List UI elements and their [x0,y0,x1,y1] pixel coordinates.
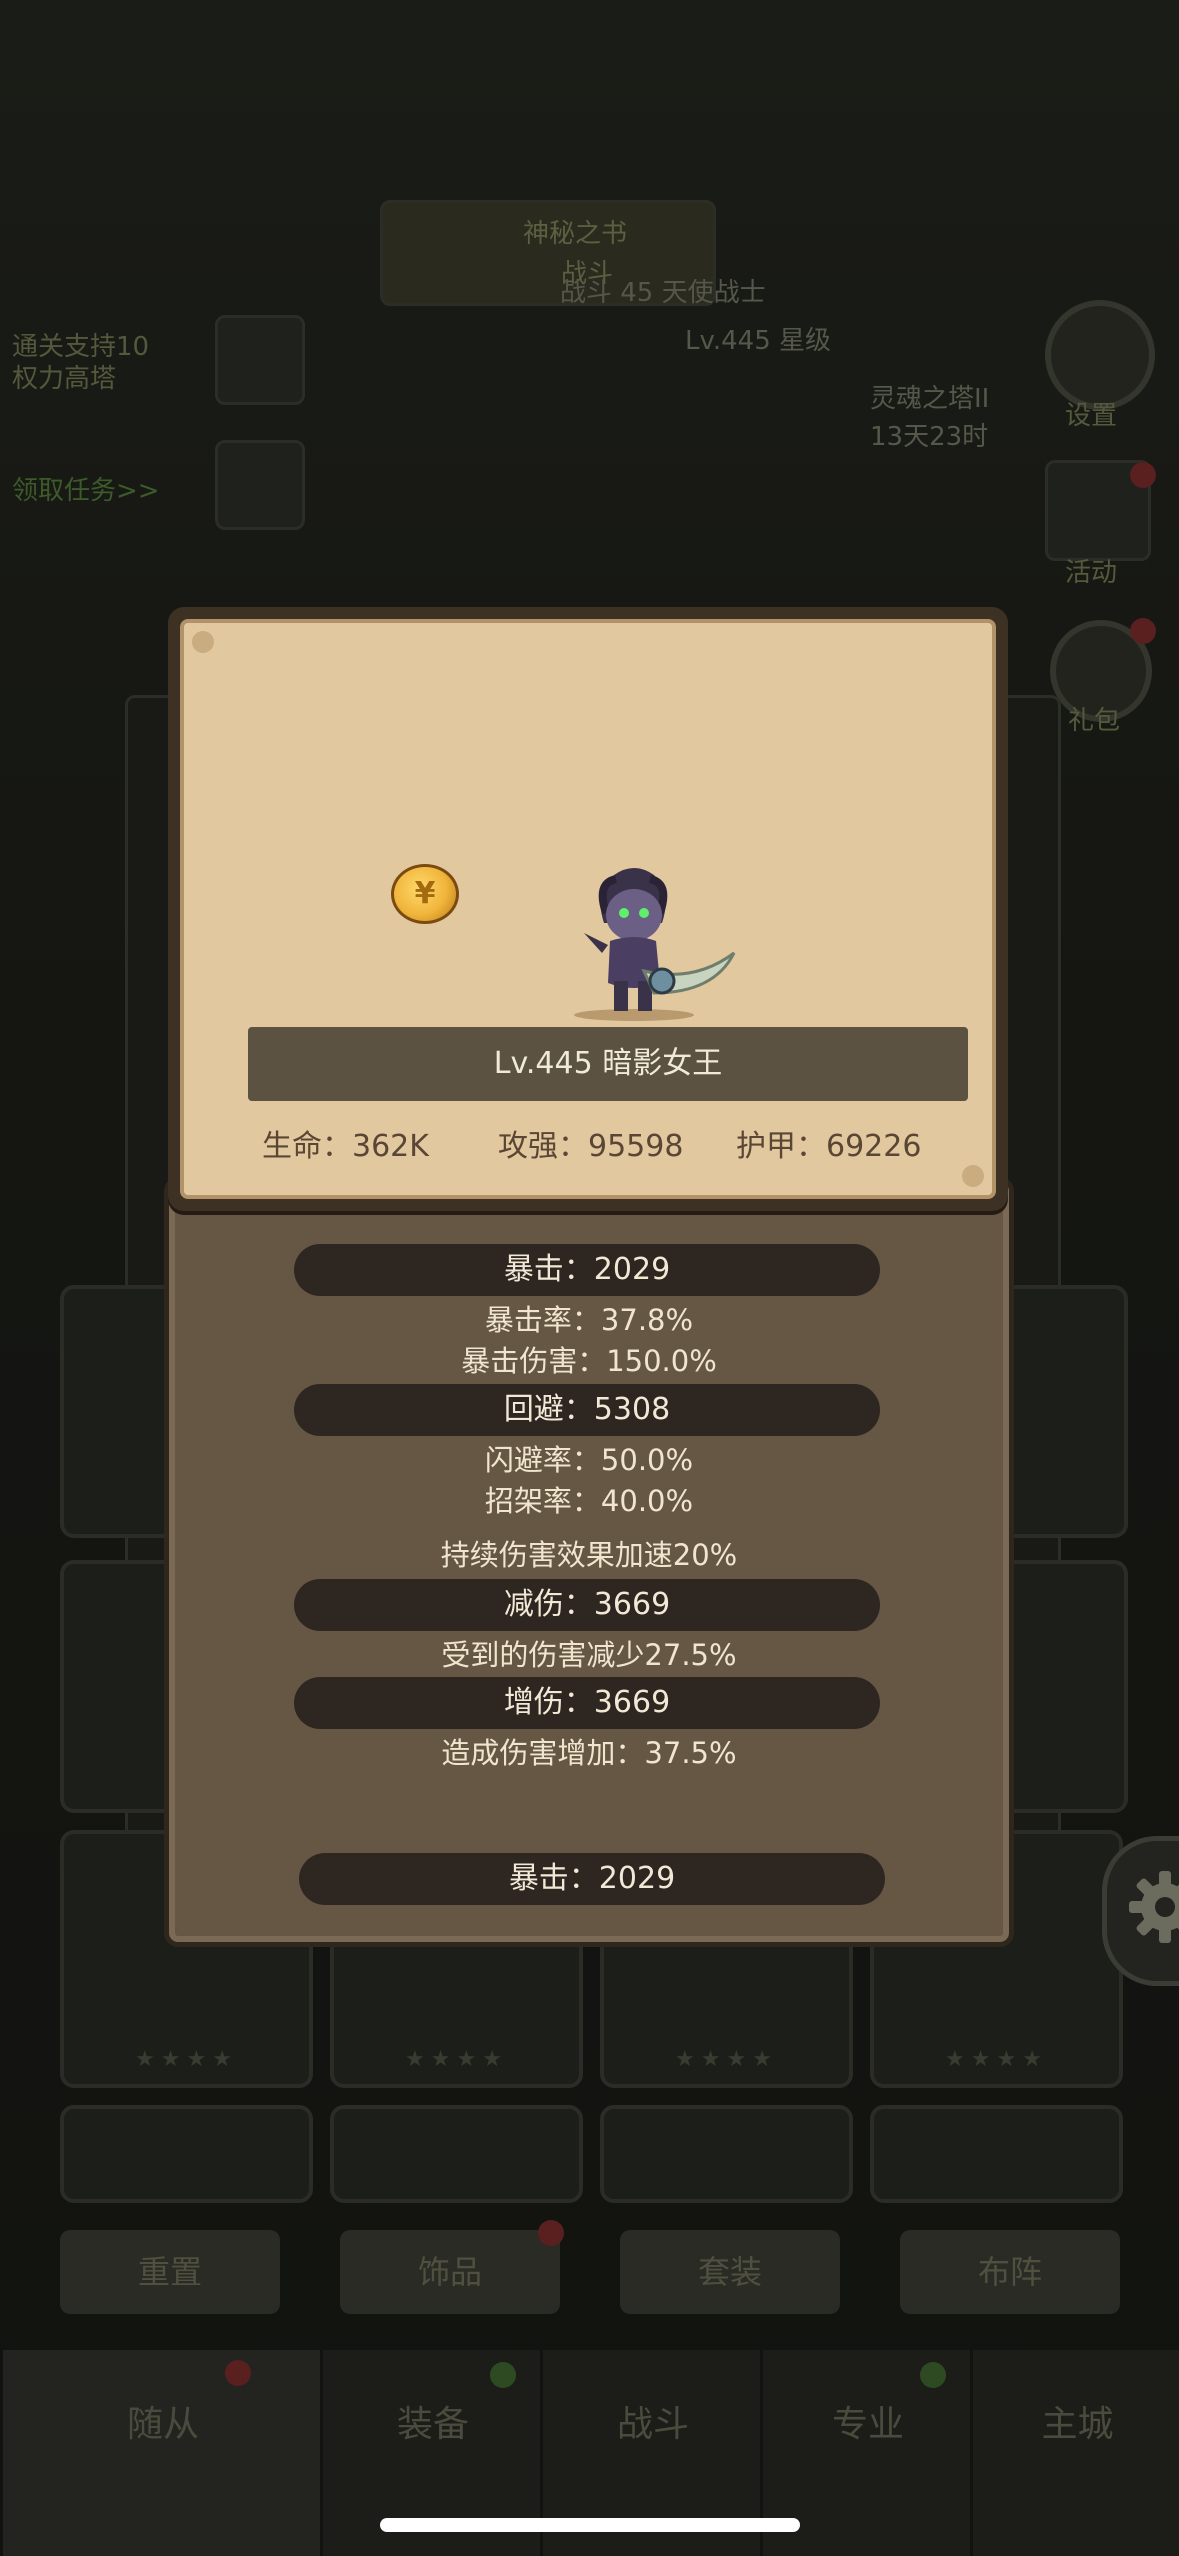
claim-link[interactable]: 领取任务>> [12,470,160,507]
coin-icon[interactable]: ¥ [391,864,459,924]
reset-button[interactable]: 重置 [60,2230,280,2314]
parry-rate-text: 招架率：40.0% [484,1484,694,1518]
attack-stat: 攻强：95598 [498,1129,684,1164]
side-activity-label: 活动 [1065,558,1118,588]
claim-icon-box[interactable] [215,440,305,530]
quest-line-2: 权力高塔 [12,364,117,394]
nav-label: 随从 [126,2404,199,2445]
hero-name-bar: Lv.445 暗影女王 [248,1027,968,1101]
level-line: Lv.445 星级 [685,326,832,356]
formation-button[interactable]: 布阵 [900,2230,1120,2314]
side-gift-label: 礼包 [1068,706,1121,736]
slot-stars: ★★★★ [135,2047,238,2072]
hero-stats-popup: 暴击：2029 ¥ Lv.445 暗影女王 生命：362K 攻强：95598 护… [164,607,1014,1947]
damage-reduction-bar: 减伤：3669 [294,1579,880,1631]
gear-button[interactable] [1102,1836,1179,1986]
nav-label: 装备 [396,2404,469,2445]
side-settings-label: 设置 [1065,401,1118,431]
crit-bar: 暴击：2029 [299,1853,885,1905]
accessory-button[interactable]: 饰品 [340,2230,560,2314]
gear-icon [1129,1871,1179,1943]
equipment-slot[interactable] [870,2105,1123,2203]
crit-damage-text: 暴击伤害：150.0% [461,1344,717,1378]
set-button[interactable]: 套装 [620,2230,840,2314]
damage-dealt-text: 造成伤害增加：37.5% [441,1736,737,1770]
equipment-slot[interactable] [60,2105,313,2203]
dodge-stat-bar: 回避：5308 [294,1384,880,1436]
profession-notification-dot [920,2362,946,2388]
hp-stat: 生命：362K [262,1129,429,1164]
quest-icon-box[interactable] [215,315,305,405]
nav-label: 主城 [1041,2404,1114,2445]
shadow-queen-icon [574,868,736,1021]
equipment-slot[interactable] [330,2105,583,2203]
dot-bonus-text: 持续伤害效果加速20% [440,1538,738,1572]
nav-label: 专业 [831,2404,904,2445]
base-stats-row: 生命：362K 攻强：95598 护甲：69226 [184,1111,1000,1171]
followers-notification-dot [225,2360,251,2386]
nav-tab-followers[interactable]: 随从 [0,2350,323,2556]
activity-notification-dot [1130,462,1156,488]
gift-notification-dot [1130,618,1156,644]
damage-taken-text: 受到的伤害减少27.5% [441,1638,737,1672]
dodge-rate-text: 闪避率：50.0% [484,1443,694,1477]
hero-card: ¥ Lv.445 暗影女王 生命：362K 攻强：95598 护甲：69226 [168,607,1008,1211]
slot-stars: ★★★★ [945,2047,1048,2072]
nav-tab-main-city[interactable]: 主城 [970,2350,1179,2556]
equipment-notification-dot [490,2362,516,2388]
armor-stat: 护甲：69226 [736,1129,922,1164]
crit-rate-text: 暴击率：37.8% [484,1303,694,1337]
hero-card-paper: ¥ Lv.445 暗影女王 生命：362K 攻强：95598 护甲：69226 [180,619,996,1199]
accessory-notification-dot [538,2220,564,2246]
card-corner [192,631,214,653]
home-indicator[interactable] [380,2518,800,2532]
damage-increase-bar: 增伤：3669 [294,1677,880,1729]
top-banner-label: 神秘之书 [523,219,628,249]
timer-value: 13天23时 [870,422,989,452]
hero-line: 战斗 45 天使战士 [560,278,766,308]
nav-label: 战斗 [616,2404,689,2445]
settings-side-button[interactable] [1045,300,1155,410]
timer-title: 灵魂之塔II [870,384,990,414]
crit-stat-bar: 暴击：2029 [294,1244,880,1296]
equipment-slot[interactable] [600,2105,853,2203]
slot-stars: ★★★★ [405,2047,508,2072]
slot-stars: ★★★★ [675,2047,778,2072]
